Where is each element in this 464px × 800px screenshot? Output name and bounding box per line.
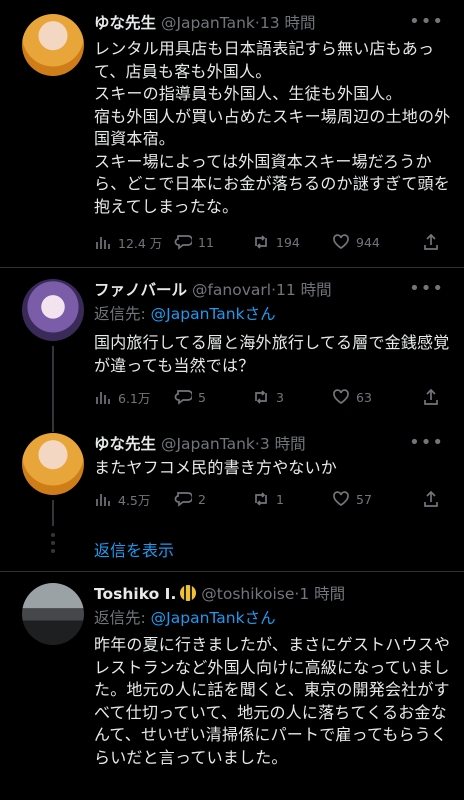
like-button[interactable]: 944 xyxy=(332,231,380,253)
tweet-actions: 6.1万 5 3 63 xyxy=(94,386,446,408)
retweet-count: 3 xyxy=(276,389,284,405)
like-button[interactable]: 57 xyxy=(332,488,372,510)
reply-button[interactable]: 2 xyxy=(174,488,206,510)
share-icon xyxy=(424,233,438,250)
tweet-actions: 12.4 万 11 194 944 xyxy=(94,231,446,253)
timestamp[interactable]: 13 時間 xyxy=(260,14,316,32)
heart-icon xyxy=(333,389,349,405)
tweet-text: レンタル用具店も日本語表記すら無い店もあって、店員も客も外国人。 スキーの指導員… xyxy=(94,39,451,216)
reply-count: 11 xyxy=(198,234,214,250)
retweet-button[interactable]: 3 xyxy=(252,386,284,408)
reply-target-link[interactable]: @JapanTankさん xyxy=(151,609,276,627)
tweet-actions: 4.5万 2 1 57 xyxy=(94,488,446,510)
speech-bubble-icon xyxy=(174,235,192,250)
user-handle[interactable]: @JapanTank xyxy=(161,14,255,32)
views-button[interactable]: 6.1万 xyxy=(94,386,150,408)
avatar[interactable] xyxy=(22,14,84,76)
divider xyxy=(0,571,464,572)
views-button[interactable]: 12.4 万 xyxy=(94,231,162,253)
retweet-count: 194 xyxy=(276,234,300,250)
ellipsis-icon[interactable]: ••• xyxy=(409,12,444,32)
heart-icon xyxy=(333,234,349,250)
retweet-icon xyxy=(255,492,267,506)
tweet-header: ファノバール @fanovarl·11 時間 xyxy=(94,279,332,301)
user-handle[interactable]: @fanovarl xyxy=(192,281,271,299)
share-button[interactable] xyxy=(422,488,440,510)
speech-bubble-icon xyxy=(174,492,192,507)
reply-label: 返信先: xyxy=(94,609,151,627)
retweet-icon xyxy=(255,235,267,249)
reply-button[interactable]: 11 xyxy=(174,231,214,253)
tweet-header: Toshiko I. @toshikoise·1 時間 xyxy=(94,583,345,605)
reply-button[interactable]: 5 xyxy=(174,386,206,408)
retweet-button[interactable]: 1 xyxy=(252,488,284,510)
views-button[interactable]: 4.5万 xyxy=(94,488,150,510)
views-count: 12.4 万 xyxy=(118,235,163,251)
tweet-header: ゆな先生 @JapanTank·3 時間 xyxy=(94,433,306,455)
display-name[interactable]: Toshiko I. xyxy=(94,585,176,603)
views-count: 4.5万 xyxy=(118,492,151,508)
reply-label: 返信先: xyxy=(94,305,151,323)
reply-target-link[interactable]: @JapanTankさん xyxy=(151,305,276,323)
share-icon xyxy=(424,388,438,405)
thread-dots xyxy=(50,533,56,557)
retweet-icon xyxy=(255,390,267,404)
speech-bubble-icon xyxy=(174,390,192,405)
user-handle[interactable]: @JapanTank xyxy=(161,435,255,453)
retweet-button[interactable]: 194 xyxy=(252,231,300,253)
timestamp[interactable]: 11 時間 xyxy=(276,281,332,299)
bee-icon xyxy=(180,585,197,601)
retweet-count: 1 xyxy=(276,491,284,507)
reply-context: 返信先: @JapanTankさん xyxy=(94,607,276,629)
bar-chart-icon xyxy=(96,392,110,404)
avatar[interactable] xyxy=(22,279,84,341)
tweet-header: ゆな先生 @JapanTank·13 時間 xyxy=(94,12,315,34)
avatar[interactable] xyxy=(22,583,84,645)
timestamp[interactable]: 1 時間 xyxy=(299,585,345,603)
like-button[interactable]: 63 xyxy=(332,386,372,408)
share-button[interactable] xyxy=(422,386,440,408)
reply-context: 返信先: @JapanTankさん xyxy=(94,303,276,325)
tweet-text: またヤフコメ民的書き方やないか xyxy=(94,458,338,477)
timestamp[interactable]: 3 時間 xyxy=(260,435,306,453)
tweet-text: 昨年の夏に行きましたが、まさにゲストハウスやレストランなど外国人向けに高級になっ… xyxy=(94,635,451,767)
bar-chart-icon xyxy=(96,237,110,249)
views-count: 6.1万 xyxy=(118,390,151,406)
divider xyxy=(0,267,464,268)
user-handle[interactable]: @toshikoise xyxy=(201,585,294,603)
heart-icon xyxy=(333,491,349,507)
show-replies-link[interactable]: 返信を表示 xyxy=(94,537,174,561)
display-name[interactable]: ファノバール xyxy=(94,281,187,299)
share-button[interactable] xyxy=(422,231,440,253)
like-count: 63 xyxy=(356,389,372,405)
tweet-text: 国内旅行してる層と海外旅行してる層で金銭感覚が違っても当然では？ xyxy=(94,333,450,375)
share-icon xyxy=(424,490,438,507)
thread-line xyxy=(52,346,54,432)
display-name[interactable]: ゆな先生 xyxy=(94,435,156,453)
like-count: 57 xyxy=(356,491,372,507)
reply-count: 5 xyxy=(198,389,206,405)
ellipsis-icon[interactable]: ••• xyxy=(409,279,444,299)
thread-line xyxy=(52,500,54,526)
like-count: 944 xyxy=(356,234,380,250)
display-name[interactable]: ゆな先生 xyxy=(94,14,156,32)
reply-count: 2 xyxy=(198,491,206,507)
bar-chart-icon xyxy=(96,494,110,506)
ellipsis-icon[interactable]: ••• xyxy=(409,433,444,453)
avatar[interactable] xyxy=(22,433,84,495)
